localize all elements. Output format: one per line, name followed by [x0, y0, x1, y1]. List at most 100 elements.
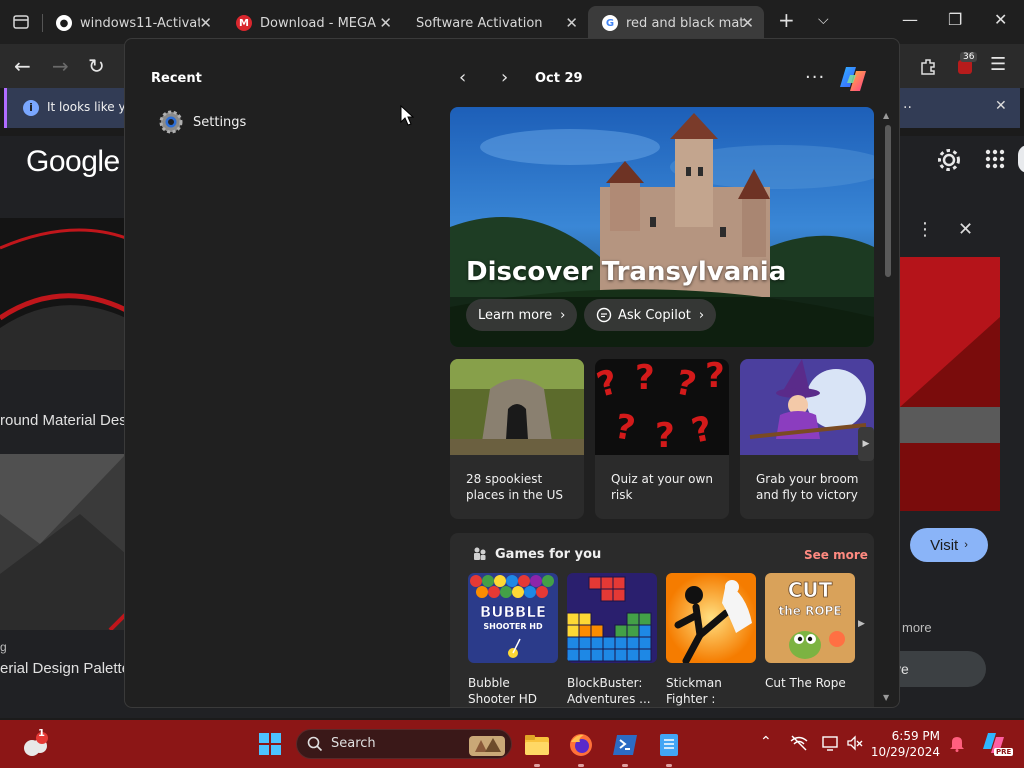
- game-tile-blockbuster[interactable]: BlockBuster: Adventures ...: [566, 573, 657, 707]
- chevron-up-icon[interactable]: ⌃: [760, 734, 772, 750]
- stone-tunnel-image: [450, 359, 584, 455]
- visit-button-label: Visit: [930, 536, 959, 554]
- clock-time[interactable]: 6:59 PM: [870, 729, 940, 743]
- running-indicator: [666, 764, 672, 767]
- back-arrow-icon[interactable]: ←: [14, 54, 31, 78]
- news-card-caption: 28 spookiest places in the US: [466, 472, 564, 502]
- powershell-icon[interactable]: [612, 732, 638, 758]
- close-tab-icon[interactable]: ✕: [199, 14, 212, 32]
- tab-title: Download - MEGA: [260, 15, 376, 31]
- bubble-shooter-art-subtext: SHOOTER HD: [483, 622, 543, 631]
- chevron-left-icon[interactable]: ‹: [459, 67, 466, 88]
- stickman-fighter-art: [666, 573, 756, 665]
- search-highlight-icon: [469, 736, 505, 756]
- scrollbar-thumb[interactable]: [885, 125, 891, 277]
- tab-windows11-activation[interactable]: ● windows11-Activation ✕: [42, 6, 222, 40]
- wallpaper-thumbnail[interactable]: [0, 218, 126, 370]
- chat-bubble-icon: [596, 307, 612, 323]
- file-explorer-icon[interactable]: [524, 732, 550, 758]
- ask-copilot-button[interactable]: Ask Copilot ›: [584, 299, 717, 331]
- result-title-2[interactable]: erial Design Palette: [0, 660, 130, 677]
- notepad-icon[interactable]: [656, 732, 682, 758]
- news-card-quiz[interactable]: ? ? ? ? ? ? ? Quiz at your own risk: [595, 359, 729, 519]
- minimize-icon[interactable]: —: [902, 10, 918, 29]
- windows-start-icon[interactable]: [258, 732, 282, 756]
- result-title-1[interactable]: round Material Desi: [0, 412, 130, 429]
- game-tile-cut-the-rope[interactable]: CUT the ROPE Cut The Rope: [765, 573, 855, 691]
- ask-copilot-label: Ask Copilot: [618, 307, 691, 323]
- learn-more-label: Learn more: [478, 307, 553, 323]
- notification-bell-icon[interactable]: [948, 734, 966, 752]
- taskbar: 1 Search ⌃ 6:59 PM 10/29/2024 PRE: [0, 720, 1024, 768]
- tab-actions-icon[interactable]: [12, 13, 30, 31]
- more-options-icon[interactable]: ···: [805, 67, 825, 88]
- tab-red-and-black-material[interactable]: G red and black material ✕: [588, 6, 764, 40]
- close-preview-icon[interactable]: ✕: [958, 219, 973, 240]
- sound-muted-icon[interactable]: [846, 734, 864, 752]
- see-more-link[interactable]: See more: [804, 548, 868, 562]
- chevron-right-icon: ›: [560, 307, 566, 323]
- close-window-icon[interactable]: ✕: [994, 10, 1007, 29]
- firefox-icon[interactable]: [568, 732, 594, 758]
- news-card-spookiest-places[interactable]: 28 spookiest places in the US: [450, 359, 584, 519]
- mouse-cursor-icon: [400, 105, 414, 126]
- scroll-down-icon[interactable]: ▼: [883, 693, 889, 702]
- svg-text:?: ?: [655, 416, 675, 455]
- display-icon[interactable]: [822, 734, 840, 752]
- close-tab-icon[interactable]: ✕: [741, 14, 754, 32]
- visit-button[interactable]: Visit ›: [910, 528, 988, 562]
- widgets-scrollbar[interactable]: ▲ ▼: [883, 111, 893, 703]
- widgets-panel: Recent Settings ‹ › Oct 29 ··· ▲ ▼ Disco…: [124, 38, 900, 708]
- clock-date[interactable]: 10/29/2024: [870, 745, 940, 759]
- close-infobar-icon[interactable]: ✕: [995, 98, 1007, 114]
- bubble-shooter-art-text: BUBBLE: [480, 603, 546, 621]
- hero-card[interactable]: Discover Transylvania Learn more › Ask C…: [450, 107, 874, 347]
- new-tab-icon[interactable]: +: [778, 8, 795, 32]
- preview-image[interactable]: [900, 257, 1000, 511]
- game-tile-stickman-fighter[interactable]: Stickman Fighter : Mega...: [666, 573, 756, 707]
- google-logo[interactable]: Google: [26, 145, 120, 179]
- recent-item-settings[interactable]: Settings: [159, 109, 246, 135]
- close-tab-icon[interactable]: ✕: [379, 14, 392, 32]
- chevron-down-icon[interactable]: ⌵: [818, 12, 829, 28]
- network-offline-icon[interactable]: [790, 734, 808, 752]
- news-card-caption: Quiz at your own risk: [611, 472, 713, 502]
- games-next-icon[interactable]: ▶: [858, 619, 865, 629]
- svg-text:?: ?: [705, 359, 725, 396]
- cards-next-icon[interactable]: ▶: [858, 427, 874, 461]
- result-source-fragment: g: [0, 640, 7, 654]
- game-name: BlockBuster: Adventures ...: [567, 676, 651, 706]
- scroll-up-icon[interactable]: ▲: [883, 111, 889, 120]
- google-icon: G: [602, 15, 618, 31]
- news-card-caption: Grab your broom and fly to victory: [756, 472, 859, 502]
- tab-software-activation[interactable]: Software Activation ✕: [402, 6, 588, 40]
- taskbar-search[interactable]: Search: [296, 729, 512, 759]
- game-tile-bubble-shooter[interactable]: BUBBLE SHOOTER HD Bubble Shooter HD: [468, 573, 558, 707]
- restore-icon[interactable]: ❐: [948, 10, 962, 29]
- material-design-thumbnail[interactable]: [0, 454, 126, 630]
- bubble-shooter-art: BUBBLE SHOOTER HD: [468, 573, 558, 663]
- forward-arrow-icon[interactable]: →: [52, 54, 69, 78]
- reload-icon[interactable]: ↻: [88, 54, 105, 78]
- menu-icon[interactable]: ☰: [990, 54, 1006, 75]
- news-card-broom[interactable]: Grab your broom and fly to victory: [740, 359, 874, 519]
- apps-grid-icon[interactable]: [984, 148, 1006, 170]
- tab-title: red and black material: [626, 15, 744, 31]
- extensions-icon[interactable]: [918, 56, 938, 76]
- info-bar-button-fragment[interactable]: ..: [903, 96, 912, 112]
- games-title: Games for you: [495, 547, 602, 562]
- chevron-right-icon[interactable]: ›: [501, 67, 508, 88]
- running-indicator: [534, 764, 540, 767]
- chevron-right-icon: ›: [964, 539, 968, 551]
- close-tab-icon[interactable]: ✕: [565, 14, 578, 32]
- more-link[interactable]: more: [902, 620, 932, 635]
- weather-icon[interactable]: [20, 730, 50, 758]
- more-options-icon[interactable]: ⋮: [916, 219, 934, 240]
- recent-item-label: Settings: [193, 114, 247, 130]
- gear-icon[interactable]: [936, 147, 962, 173]
- tab-download-mega[interactable]: M Download - MEGA ✕: [222, 6, 402, 40]
- avatar[interactable]: [1018, 145, 1024, 173]
- learn-more-button[interactable]: Learn more ›: [466, 299, 578, 331]
- games-section: Games for you See more BUBBLE SHOOTER HD…: [450, 533, 874, 707]
- copilot-icon[interactable]: [837, 63, 869, 95]
